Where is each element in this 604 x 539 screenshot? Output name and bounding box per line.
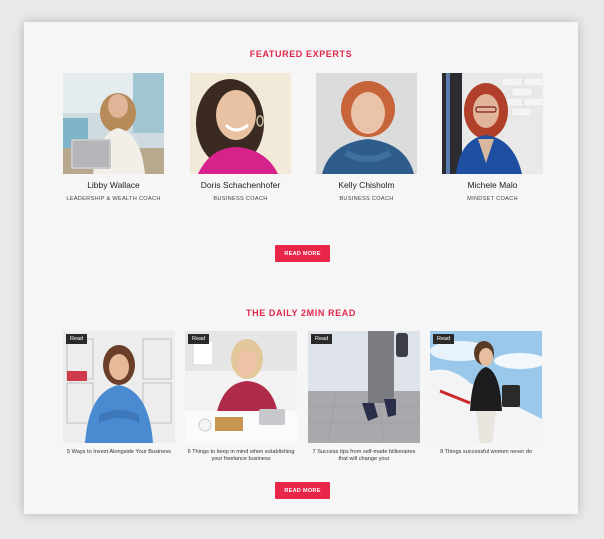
- read-badge: Read: [311, 334, 333, 344]
- expert-name[interactable]: Doris Schachenhofer: [190, 180, 291, 190]
- post-card[interactable]: Read 5 Ways to Invest Alongside Your Bus…: [63, 331, 175, 463]
- expert-photo[interactable]: [442, 73, 543, 174]
- expert-role: MINDSET COACH: [467, 196, 518, 202]
- post-title[interactable]: 5 Ways to Invest Alongside Your Business: [63, 449, 175, 463]
- post-title[interactable]: 6 Things to keep in mind when establishi…: [185, 449, 297, 463]
- read-badge: Read: [66, 334, 88, 344]
- experts-read-more-button[interactable]: READ MORE: [275, 245, 330, 262]
- read-badge: Read: [433, 334, 455, 344]
- post-photo[interactable]: Read: [63, 331, 175, 443]
- daily-read-heading: THE DAILY 2MIN READ: [246, 308, 356, 318]
- post-photo[interactable]: Read: [308, 331, 420, 443]
- expert-photo[interactable]: [63, 73, 164, 174]
- expert-role: BUSINESS COACH: [213, 196, 268, 202]
- post-card[interactable]: Read 6 Things to keep in mind when estab…: [185, 331, 297, 463]
- daily-read-more-button[interactable]: READ MORE: [275, 482, 330, 499]
- expert-role: LEADERSHIP & WEALTH COACH: [66, 196, 161, 202]
- expert-card[interactable]: Kelly Chisholm BUSINESS COACH: [316, 73, 417, 202]
- expert-name[interactable]: Kelly Chisholm: [316, 180, 417, 190]
- read-badge: Read: [188, 334, 210, 344]
- post-title[interactable]: 9 Things successful women never do: [430, 449, 542, 463]
- expert-card[interactable]: Michele Malo MINDSET COACH: [442, 73, 543, 202]
- post-title[interactable]: 7 Success tips from self-made billionair…: [308, 449, 420, 463]
- expert-role: BUSINESS COACH: [339, 196, 394, 202]
- post-card[interactable]: Read 7 Success tips from self-made billi…: [308, 331, 420, 463]
- expert-card[interactable]: Doris Schachenhofer BUSINESS COACH: [190, 73, 291, 202]
- post-card[interactable]: Read 9 Things successful women never do: [430, 331, 542, 463]
- expert-name[interactable]: Michele Malo: [442, 180, 543, 190]
- expert-photo[interactable]: [316, 73, 417, 174]
- post-photo[interactable]: Read: [185, 331, 297, 443]
- expert-name[interactable]: Libby Wallace: [63, 180, 164, 190]
- expert-photo[interactable]: [190, 73, 291, 174]
- expert-card[interactable]: Libby Wallace LEADERSHIP & WEALTH COACH: [63, 73, 164, 202]
- post-photo[interactable]: Read: [430, 331, 542, 443]
- content-card: FEATURED EXPERTS Libby Wallace LEADERSHI…: [24, 22, 578, 514]
- featured-experts-heading: FEATURED EXPERTS: [249, 49, 353, 59]
